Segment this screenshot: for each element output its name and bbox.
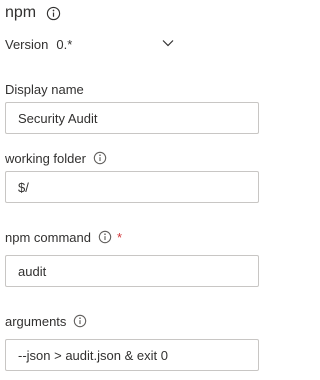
version-value[interactable]: 0.* bbox=[56, 37, 72, 52]
arguments-input[interactable] bbox=[5, 339, 259, 371]
task-title-row: npm bbox=[5, 2, 61, 24]
version-label: Version bbox=[5, 36, 49, 52]
required-indicator: * bbox=[116, 229, 123, 245]
npm-command-input[interactable] bbox=[5, 255, 259, 287]
npm-command-label: npm command bbox=[5, 229, 91, 245]
info-icon[interactable] bbox=[92, 150, 108, 166]
npm-command-label-row: npm command * bbox=[5, 228, 122, 246]
arguments-label-row: arguments bbox=[5, 312, 88, 330]
working-folder-label: working folder bbox=[5, 150, 86, 166]
display-name-input[interactable] bbox=[5, 102, 259, 134]
info-icon[interactable] bbox=[97, 229, 113, 245]
chevron-down-icon[interactable] bbox=[161, 36, 175, 50]
npm-task-panel: npm Version 0.* Display name working fol… bbox=[0, 0, 264, 380]
display-name-label: Display name bbox=[5, 81, 84, 97]
working-folder-label-row: working folder bbox=[5, 149, 108, 167]
task-title: npm bbox=[5, 4, 37, 21]
display-name-label-row: Display name bbox=[5, 80, 84, 98]
info-icon[interactable] bbox=[72, 313, 88, 329]
arguments-label: arguments bbox=[5, 313, 67, 329]
version-selector[interactable]: Version 0.* bbox=[5, 35, 72, 53]
working-folder-input[interactable] bbox=[5, 171, 259, 203]
info-icon[interactable] bbox=[45, 5, 61, 21]
